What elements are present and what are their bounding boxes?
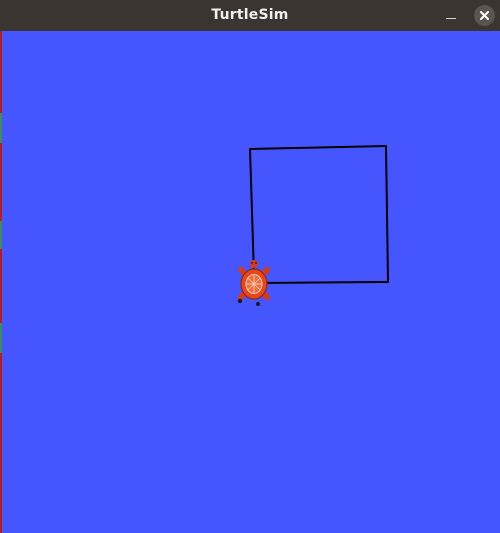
minimize-icon xyxy=(446,18,456,19)
turtlesim-window: TurtleSim xyxy=(0,0,500,533)
simulation-drawing xyxy=(237,145,389,306)
pen-trail xyxy=(249,145,389,284)
window-title: TurtleSim xyxy=(211,7,289,23)
turtle-icon xyxy=(237,260,270,306)
simulation-canvas[interactable] xyxy=(2,31,500,533)
close-button[interactable] xyxy=(474,5,495,26)
close-icon xyxy=(480,11,489,20)
minimize-button[interactable] xyxy=(441,7,461,25)
title-bar[interactable]: TurtleSim xyxy=(0,0,500,31)
